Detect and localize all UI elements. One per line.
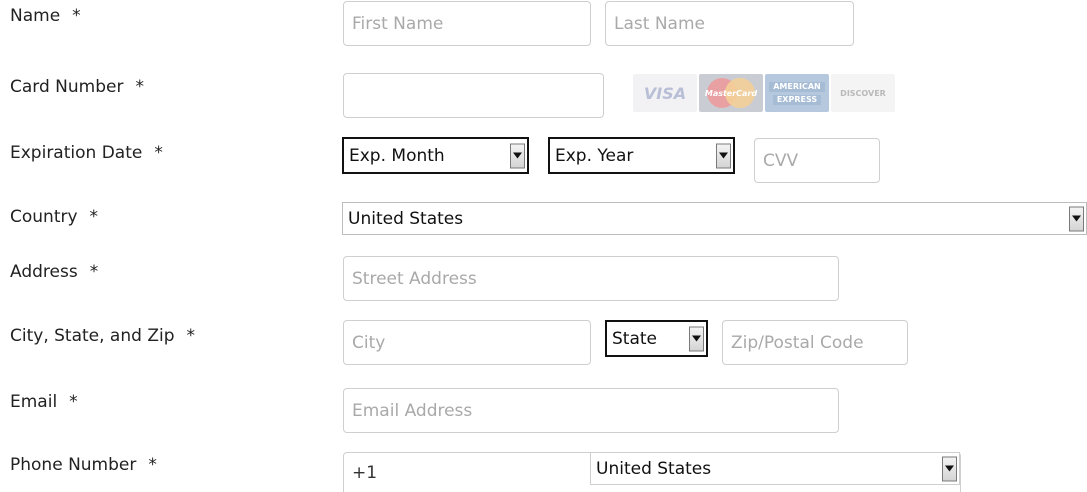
dropdown-arrow-icon — [1069, 206, 1084, 231]
country-select[interactable]: United States — [342, 202, 1087, 235]
discover-icon: DISCOVER — [831, 74, 895, 112]
country-label: Country * — [10, 207, 99, 227]
mastercard-icon: MasterCard — [699, 74, 763, 112]
name-label: Name * — [10, 6, 81, 26]
visa-icon: VISA — [633, 74, 697, 112]
dropdown-arrow-icon — [510, 143, 525, 168]
address-label: Address * — [10, 262, 99, 282]
required-marker: * — [72, 6, 81, 26]
phone-country-select[interactable]: United States — [590, 452, 960, 485]
email-input[interactable] — [343, 388, 839, 433]
card-brands: VISA MasterCard AMERICAN EXPRESS DISCOVER — [633, 74, 895, 112]
expiration-label: Expiration Date * — [10, 143, 163, 163]
card-number-label: Card Number * — [10, 77, 144, 97]
street-address-input[interactable] — [343, 256, 839, 301]
exp-month-select[interactable]: Exp. Month — [342, 137, 529, 174]
phone-label: Phone Number * — [10, 455, 157, 475]
dropdown-arrow-icon — [942, 456, 957, 481]
dropdown-arrow-icon — [716, 143, 731, 168]
last-name-input[interactable] — [605, 1, 854, 46]
exp-year-select[interactable]: Exp. Year — [548, 137, 735, 174]
amex-icon: AMERICAN EXPRESS — [765, 74, 829, 112]
phone-country-code: +1 — [352, 463, 378, 483]
state-select[interactable]: State — [605, 320, 708, 357]
email-label: Email * — [10, 392, 78, 412]
zip-input[interactable] — [722, 320, 908, 365]
city-input[interactable] — [343, 320, 591, 365]
first-name-input[interactable] — [343, 1, 591, 46]
card-number-input[interactable] — [343, 73, 604, 118]
cvv-input[interactable] — [754, 138, 880, 183]
dropdown-arrow-icon — [689, 326, 704, 351]
city-state-zip-label: City, State, and Zip * — [10, 326, 195, 346]
